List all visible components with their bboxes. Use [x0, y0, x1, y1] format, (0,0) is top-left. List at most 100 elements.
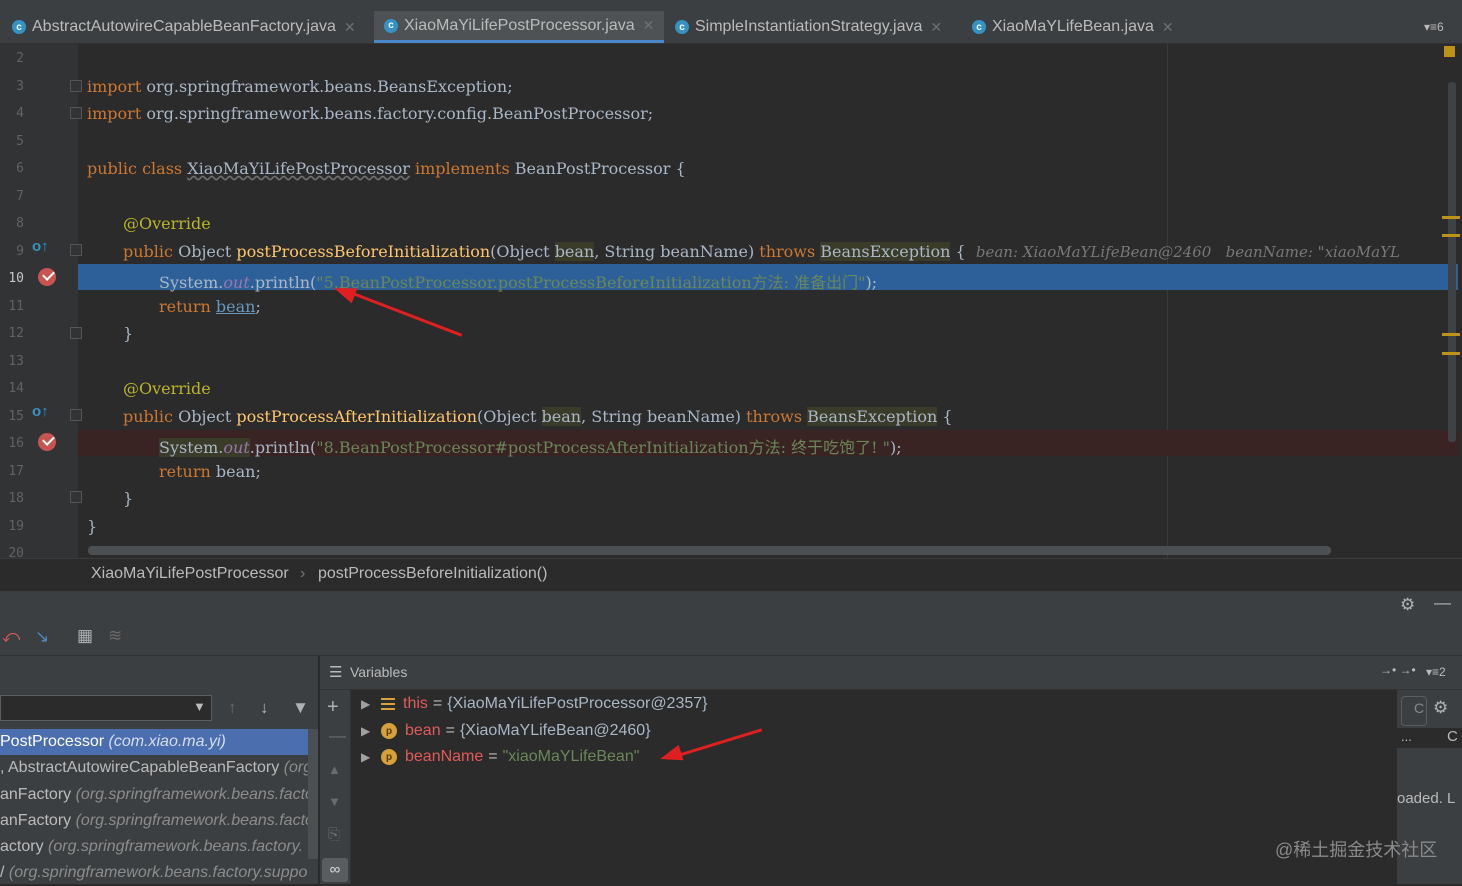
stack-frame[interactable]: actory (org.springframework.beans.factor…: [0, 834, 318, 860]
frames-panel: ▼ ↑ ↓ ▼ PostProcessor (com.xiao.ma.yi) ,…: [0, 656, 318, 884]
param-name: bean: [541, 407, 582, 426]
restore-layout-icon[interactable]: →• →•: [1380, 663, 1416, 677]
fold-icon[interactable]: [70, 409, 82, 421]
line-number: 17: [8, 464, 24, 479]
method-call: .println(: [249, 438, 317, 457]
horizontal-scrollbar[interactable]: [88, 546, 1331, 555]
code-line-19[interactable]: }: [87, 517, 97, 536]
tab-abstract-autowire[interactable]: c AbstractAutowireCapableBeanFactory.jav…: [12, 11, 356, 43]
variables-title: Variables: [350, 664, 408, 680]
class-icon: c: [12, 20, 26, 34]
vars-overflow-button[interactable]: ▾≡2: [1426, 665, 1446, 679]
code-line-3[interactable]: import org.springframework.beans.BeansEx…: [87, 77, 513, 96]
evaluate-expression-icon[interactable]: ▦: [77, 626, 93, 646]
override-method-icon[interactable]: o↑: [32, 403, 49, 420]
trace-icon[interactable]: ≋: [108, 626, 122, 646]
expand-arrow-icon[interactable]: ▶: [361, 697, 381, 711]
return-type: Object: [178, 407, 237, 426]
chevron-down-icon[interactable]: ▼: [193, 699, 206, 714]
expand-arrow-icon[interactable]: ▶: [361, 724, 381, 738]
fold-icon[interactable]: [70, 107, 82, 119]
variable-name: bean: [405, 722, 441, 739]
stack-frame[interactable]: / (org.springframework.beans.factory.sup…: [0, 860, 318, 886]
stack-frame[interactable]: anFactory (org.springframework.beans.fac…: [0, 782, 318, 808]
thread-selector[interactable]: ▼: [0, 695, 212, 721]
tab-xiaomay-life-bean[interactable]: c XiaoMaYLifeBean.java ✕: [972, 11, 1174, 43]
error-stripe-mark[interactable]: [1442, 333, 1460, 336]
minimize-icon[interactable]: —: [1434, 593, 1451, 613]
breadcrumb-method[interactable]: postProcessBeforeInitialization(): [318, 565, 547, 583]
fold-icon[interactable]: [70, 491, 82, 503]
code-line-12[interactable]: }: [123, 324, 133, 343]
fold-icon[interactable]: [70, 327, 82, 339]
variable-row-this[interactable]: ▶ this = {XiaoMaYiLifePostProcessor@2357…: [361, 692, 708, 716]
error-stripe-mark[interactable]: [1442, 234, 1460, 237]
remove-watch-icon[interactable]: —: [329, 726, 346, 746]
fold-icon[interactable]: [70, 244, 82, 256]
filter-icon[interactable]: ▼: [292, 698, 309, 718]
line-number: 11: [8, 299, 24, 314]
frames-scrollbar[interactable]: [308, 729, 318, 859]
stack-frame[interactable]: PostProcessor (com.xiao.ma.yi): [0, 729, 318, 755]
code-line-6[interactable]: public class XiaoMaYiLifePostProcessor i…: [87, 159, 686, 178]
stack-frame[interactable]: , AbstractAutowireCapableBeanFactory (or…: [0, 755, 318, 781]
variable-row-beanname[interactable]: ▶ p beanName = "xiaoMaYLifeBean": [361, 745, 639, 769]
search-field-fragment[interactable]: C: [1401, 696, 1427, 726]
copy-icon[interactable]: ⎘: [328, 826, 340, 843]
more-button[interactable]: ...: [1401, 729, 1412, 744]
vertical-scrollbar[interactable]: [1448, 82, 1456, 442]
variable-row-bean[interactable]: ▶ p bean = {XiaoMaYLifeBean@2460}: [361, 719, 651, 743]
tab-label: SimpleInstantiationStrategy.java: [695, 18, 923, 35]
tab-xiaomayi-post-processor[interactable]: c XiaoMaYiLifePostProcessor.java ✕: [374, 11, 665, 43]
arrow-down-icon[interactable]: ↓: [260, 698, 269, 718]
move-up-icon[interactable]: ▲: [328, 762, 341, 777]
variable-equals: =: [445, 722, 455, 739]
exception-type: BeansException: [820, 242, 951, 261]
keyword-throws: throws: [759, 242, 816, 261]
frame-package: (org.springframework.beans.facto: [75, 812, 314, 829]
expand-arrow-icon[interactable]: ▶: [361, 750, 381, 764]
code-line-10[interactable]: System.out.println("5.BeanPostProcessor.…: [159, 269, 877, 293]
show-watches-toggle-icon[interactable]: ∞: [322, 858, 348, 882]
close-icon[interactable]: ✕: [344, 19, 356, 36]
run-to-cursor-icon[interactable]: ↘: [35, 627, 49, 647]
close-icon[interactable]: ✕: [643, 17, 655, 34]
code-line-15[interactable]: public Object postProcessAfterInitializa…: [123, 407, 953, 426]
drop-frame-icon[interactable]: ⤺: [2, 627, 20, 647]
code-line-9[interactable]: public Object postProcessBeforeInitializ…: [123, 242, 1400, 261]
line-number: 16: [8, 436, 24, 451]
breakpoint-icon[interactable]: [38, 433, 56, 451]
code-line-17[interactable]: return bean;: [159, 462, 261, 481]
line-number: 5: [16, 134, 24, 149]
stack-frame[interactable]: anFactory (org.springframework.beans.fac…: [0, 808, 318, 834]
tab-simple-instantiation[interactable]: c SimpleInstantiationStrategy.java ✕: [675, 11, 942, 43]
param-name: bean: [554, 242, 595, 261]
breadcrumb-class[interactable]: XiaoMaYiLifePostProcessor: [91, 565, 289, 583]
arrow-up-icon[interactable]: ↑: [228, 698, 237, 718]
fold-icon[interactable]: [70, 80, 82, 92]
code-line-14[interactable]: @Override: [123, 379, 211, 398]
close-icon[interactable]: ✕: [1162, 19, 1174, 36]
tab-overflow-button[interactable]: ▾≡6: [1424, 20, 1444, 34]
statement-end: );: [889, 438, 902, 457]
code-line-18[interactable]: }: [123, 489, 133, 508]
error-stripe-mark[interactable]: [1442, 216, 1460, 219]
code-line-8[interactable]: @Override: [123, 214, 211, 233]
gear-icon[interactable]: ⚙: [1400, 595, 1415, 615]
gear-icon[interactable]: ⚙: [1433, 698, 1448, 718]
code-line-16[interactable]: System.out.println("8.BeanPostProcessor#…: [159, 434, 902, 458]
breakpoint-icon[interactable]: [38, 268, 56, 286]
close-icon[interactable]: ✕: [930, 19, 942, 36]
add-watch-icon[interactable]: +: [327, 696, 339, 719]
static-field-out: out: [223, 438, 250, 457]
code-line-4[interactable]: import org.springframework.beans.factory…: [87, 104, 653, 123]
console-tab[interactable]: C: [1447, 728, 1458, 745]
line-number: 9: [16, 244, 24, 259]
code-line-11[interactable]: return bean;: [159, 297, 261, 316]
warning-indicator-icon[interactable]: [1444, 46, 1455, 57]
brace: }: [123, 489, 134, 508]
move-down-icon[interactable]: ▼: [328, 794, 341, 809]
error-stripe-mark[interactable]: [1442, 352, 1460, 355]
override-method-icon[interactable]: o↑: [32, 238, 49, 255]
variable-bean[interactable]: bean: [216, 297, 256, 316]
